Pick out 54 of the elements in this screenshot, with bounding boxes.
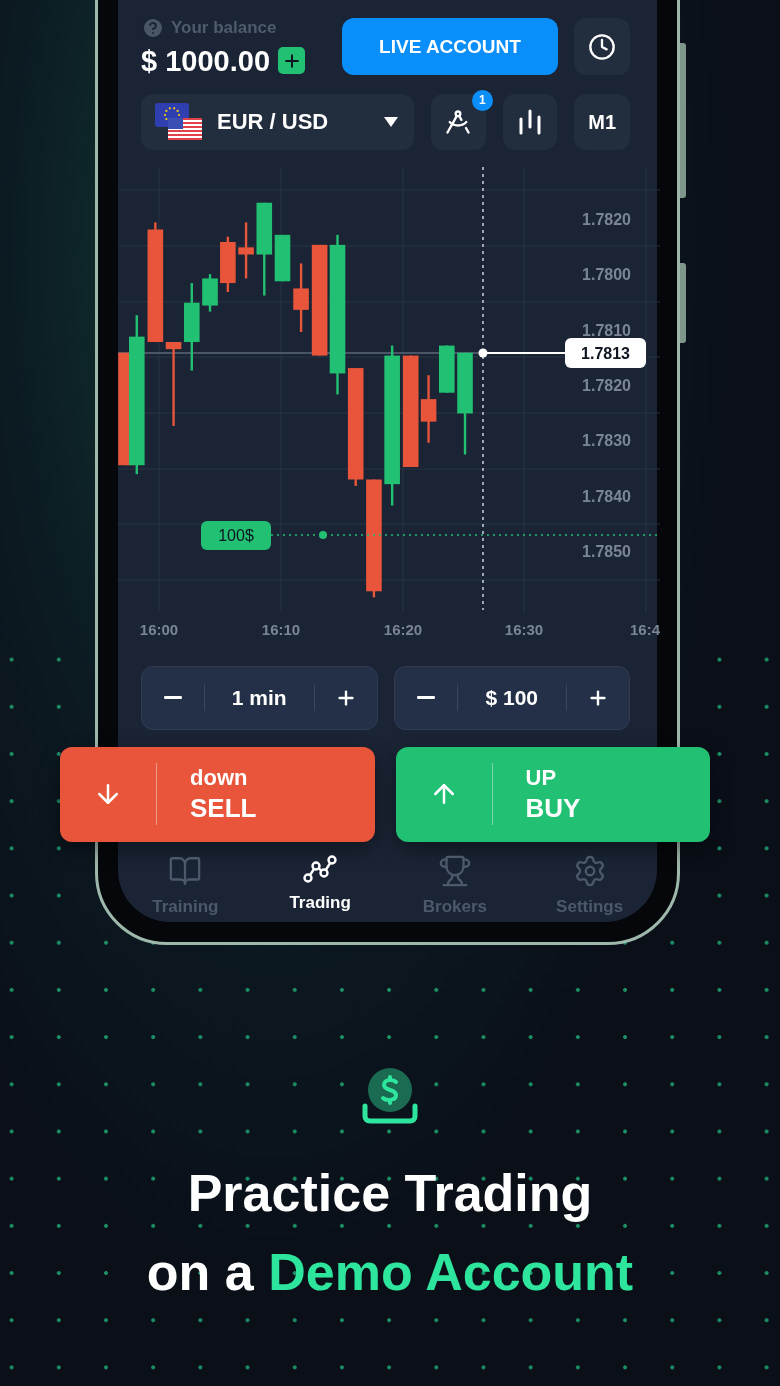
balance-label: Your balance [171, 17, 277, 39]
stepper-field[interactable]: $ 100 [393, 665, 630, 730]
bars-icon [518, 108, 543, 135]
action-label: SELL [190, 792, 257, 824]
time-label: 16:10 [261, 620, 301, 638]
action-label: BUY [525, 792, 581, 824]
action-hint: UP [525, 764, 558, 792]
dollar-savings-icon [362, 1068, 418, 1124]
notification-badge: 1 [471, 89, 493, 111]
time-label: 16:30 [504, 620, 544, 638]
time-label: 16:20 [383, 620, 423, 638]
nav-tab[interactable]: Trading [252, 853, 388, 919]
headline: on a Demo Account [146, 1242, 634, 1303]
clock-icon [588, 32, 616, 61]
sell-button[interactable]: down SELL [60, 746, 375, 842]
action-hint: down [190, 764, 249, 792]
price-label: 1.7800 [582, 265, 631, 283]
line-chart-icon [303, 853, 338, 884]
price-label: 1.7850 [582, 542, 631, 560]
flag-icon [155, 102, 203, 141]
price-label: 1.7840 [582, 487, 631, 505]
price-label: 1.7820 [582, 210, 631, 228]
caret-icon [383, 116, 398, 127]
add-funds-button[interactable] [278, 47, 305, 74]
minus-icon [416, 696, 435, 699]
price-label: 1.7810 [582, 321, 631, 338]
chart-type-button[interactable] [502, 93, 558, 150]
live-account-button[interactable]: LIVE ACCOUNT [342, 18, 558, 76]
stepper-field[interactable]: 1 min [141, 665, 378, 730]
time-label: 16:00 [139, 620, 179, 638]
balance-amount: $ 1000.00 [141, 43, 270, 79]
current-price: 1.7813 [581, 344, 630, 362]
timeframe-button[interactable]: M1 [574, 93, 630, 150]
time-label: 16:4 [629, 620, 660, 638]
drawing-tools-button[interactable] [430, 93, 486, 150]
order-tag [201, 520, 271, 550]
buy-button[interactable]: UP BUY [395, 746, 710, 842]
candle [202, 273, 218, 312]
stepper-value: $ 100 [484, 684, 540, 711]
candle [238, 221, 254, 278]
history-button[interactable] [574, 18, 630, 76]
compass-icon [444, 107, 473, 136]
price-label: 1.7830 [582, 431, 631, 449]
trophy-icon [437, 853, 472, 888]
candle [293, 262, 309, 332]
candle [220, 236, 236, 292]
stepper-value: 1 min [230, 684, 288, 711]
order-dot [319, 530, 327, 539]
minus-icon [164, 696, 182, 699]
candle [439, 345, 455, 393]
headline: Practice Trading [187, 1163, 593, 1224]
order-amount: 100$ [218, 526, 254, 544]
price-label: 1.7820 [582, 376, 631, 394]
currency-pair-select[interactable]: EUR / USD [141, 93, 414, 150]
